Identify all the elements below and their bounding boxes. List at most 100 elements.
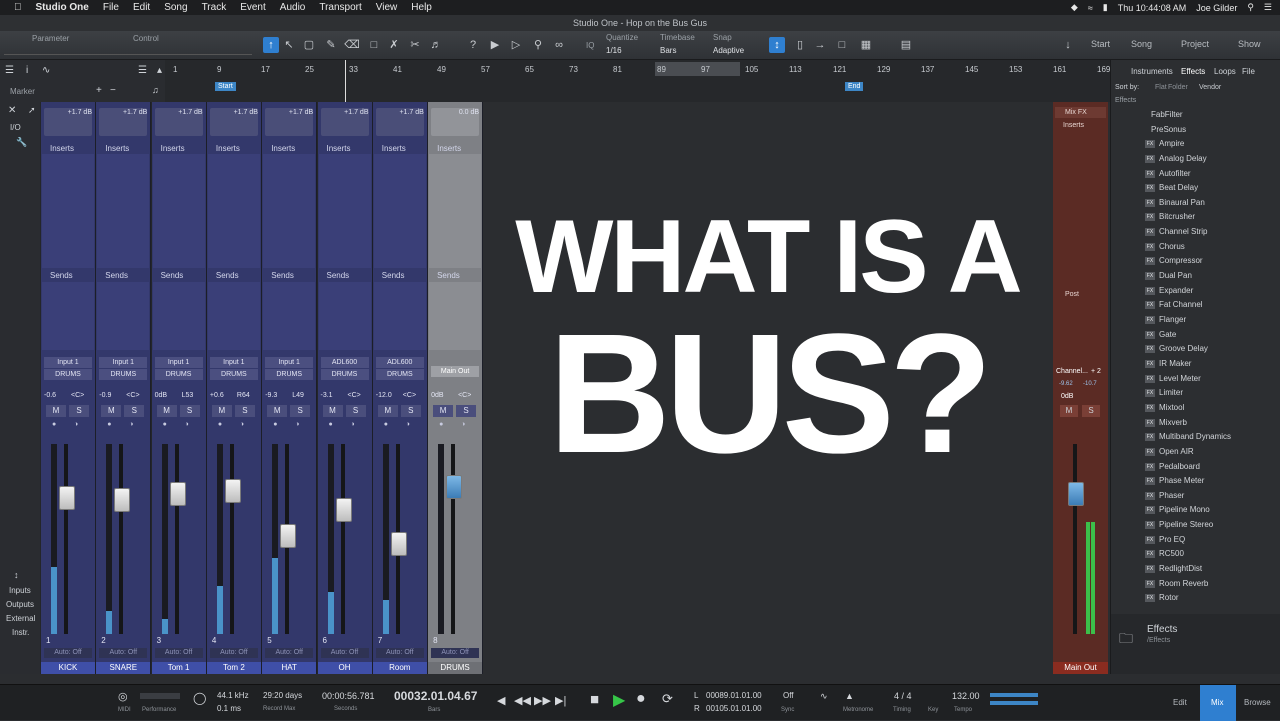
channel-name[interactable]: HAT bbox=[262, 662, 317, 674]
monitor-icon[interactable]: ◑ bbox=[129, 421, 133, 428]
monitor-icon[interactable]: ◑ bbox=[406, 421, 410, 428]
monitor-icon[interactable]: ◑ bbox=[240, 421, 244, 428]
bend-tool-icon[interactable]: □ bbox=[366, 37, 382, 53]
mute-button[interactable]: M bbox=[156, 405, 177, 417]
fader-cap[interactable] bbox=[224, 478, 241, 503]
input-select[interactable]: ADL600 bbox=[375, 357, 424, 368]
output-select[interactable]: DRUMS bbox=[320, 369, 369, 380]
notification-icon[interactable]: ☰ bbox=[1264, 2, 1272, 13]
sends-label[interactable]: Sends bbox=[374, 271, 434, 280]
listen-tool-icon[interactable]: ♬ bbox=[428, 37, 444, 53]
input-select[interactable]: Input 1 bbox=[44, 357, 92, 368]
mute-button[interactable]: M bbox=[211, 405, 232, 417]
fader-cap[interactable] bbox=[446, 474, 463, 499]
sort-vendor[interactable]: Vendor bbox=[1199, 84, 1221, 91]
folder-item[interactable]: PreSonus bbox=[1151, 125, 1186, 134]
effect-item[interactable]: Rotor bbox=[1159, 593, 1179, 602]
effect-item[interactable]: Fat Channel bbox=[1159, 300, 1203, 309]
effect-item[interactable]: Pro EQ bbox=[1159, 535, 1185, 544]
playhead[interactable] bbox=[345, 60, 346, 102]
input-select[interactable]: Input 1 bbox=[99, 357, 148, 368]
stop-icon[interactable]: ■ bbox=[590, 691, 599, 708]
play-icon[interactable]: ▶ bbox=[613, 690, 625, 710]
sends-label[interactable]: Sends bbox=[153, 271, 213, 280]
inserts-label[interactable]: Inserts bbox=[263, 144, 323, 153]
effect-item[interactable]: Compressor bbox=[1159, 256, 1203, 265]
solo-button[interactable]: S bbox=[124, 405, 145, 417]
fader-cap[interactable] bbox=[59, 486, 75, 511]
select-tool-icon[interactable]: ↖ bbox=[281, 37, 297, 53]
start-marker[interactable]: Start bbox=[215, 82, 236, 91]
solo-button[interactable]: S bbox=[400, 405, 421, 417]
inserts-rack[interactable] bbox=[429, 154, 482, 268]
channel-name[interactable]: KICK bbox=[41, 662, 95, 674]
tab-instruments[interactable]: Instruments bbox=[1131, 67, 1173, 76]
iq-label[interactable]: IQ bbox=[586, 41, 594, 50]
mixfx-select[interactable]: Mix FX bbox=[1055, 107, 1106, 118]
effect-item[interactable]: Open AIR bbox=[1159, 447, 1194, 456]
sends-rack[interactable] bbox=[207, 282, 260, 350]
sends-rack[interactable] bbox=[42, 282, 94, 350]
end-icon[interactable]: ▶| bbox=[555, 694, 566, 707]
effect-item[interactable]: Phaser bbox=[1159, 491, 1184, 500]
sends-label[interactable]: Sends bbox=[263, 271, 323, 280]
wrench-icon[interactable]: 🔧 bbox=[16, 137, 27, 148]
loop-icon[interactable]: ⟳ bbox=[662, 691, 673, 707]
sync-value[interactable]: Off bbox=[783, 691, 794, 700]
effect-item[interactable]: Mixtool bbox=[1159, 403, 1184, 412]
midi-icon[interactable]: ◎ bbox=[118, 690, 128, 703]
record-arm-icon[interactable]: ● bbox=[329, 421, 333, 428]
apple-icon[interactable]:  bbox=[14, 2, 22, 13]
solo-button[interactable]: S bbox=[345, 405, 366, 417]
sort-flat[interactable]: Flat bbox=[1155, 84, 1167, 91]
output-select[interactable]: DRUMS bbox=[154, 369, 203, 380]
inserts-rack[interactable] bbox=[373, 154, 426, 268]
marker-note-icon[interactable]: ♫ bbox=[152, 85, 159, 95]
add-marker-icon[interactable]: + bbox=[96, 85, 102, 96]
start-button[interactable]: Start bbox=[1091, 39, 1110, 49]
effect-item[interactable]: Groove Delay bbox=[1159, 344, 1208, 353]
automation-mode[interactable]: Auto: Off bbox=[99, 648, 148, 658]
list-icon[interactable]: ☰ bbox=[138, 65, 147, 76]
effect-item[interactable]: Ampire bbox=[1159, 139, 1184, 148]
fader-cap[interactable] bbox=[169, 482, 186, 507]
download-icon[interactable]: ↓ bbox=[1060, 37, 1076, 53]
io-label[interactable]: I/O bbox=[10, 123, 21, 132]
effect-item[interactable]: Dual Pan bbox=[1159, 271, 1192, 280]
output-select[interactable]: DRUMS bbox=[375, 369, 424, 380]
loop-range[interactable] bbox=[655, 62, 740, 76]
help-icon[interactable]: ? bbox=[465, 37, 481, 53]
sends-rack[interactable] bbox=[263, 282, 316, 350]
close-icon[interactable]: ✕ bbox=[8, 105, 16, 116]
menu-help[interactable]: Help bbox=[411, 2, 432, 13]
inserts-label[interactable]: Inserts bbox=[374, 144, 434, 153]
loop-start[interactable]: 00089.01.01.00 bbox=[706, 691, 762, 700]
effect-item[interactable]: Pipeline Mono bbox=[1159, 505, 1210, 514]
project-button[interactable]: Project bbox=[1181, 39, 1209, 49]
fader-cap[interactable] bbox=[114, 488, 131, 513]
sends-label[interactable]: Sends bbox=[429, 271, 489, 280]
sends-label[interactable]: Sends bbox=[208, 271, 268, 280]
end-marker[interactable]: End bbox=[845, 82, 864, 91]
monitor-icon[interactable]: ◑ bbox=[74, 421, 78, 428]
effect-item[interactable]: Chorus bbox=[1159, 242, 1185, 251]
external-button[interactable]: External bbox=[6, 614, 35, 623]
browse-button[interactable]: Browse bbox=[1244, 698, 1271, 707]
nudge-back-icon[interactable]: ▷ bbox=[508, 37, 524, 53]
record-arm-icon[interactable]: ● bbox=[52, 421, 56, 428]
tab-file[interactable]: File bbox=[1242, 67, 1255, 76]
automation-mode[interactable]: Auto: Off bbox=[375, 648, 424, 658]
link-icon[interactable]: ∞ bbox=[551, 37, 567, 53]
sends-label[interactable]: Sends bbox=[97, 271, 157, 280]
solo-button[interactable]: S bbox=[179, 405, 200, 417]
mute-tool-icon[interactable]: ✗ bbox=[386, 37, 402, 53]
monitor-icon[interactable]: ◑ bbox=[351, 421, 355, 428]
precount-icon[interactable]: ∿ bbox=[820, 691, 828, 702]
menu-track[interactable]: Track bbox=[202, 2, 227, 13]
effect-item[interactable]: Bitcrusher bbox=[1159, 212, 1195, 221]
fader-cap[interactable] bbox=[390, 531, 407, 556]
mute-button[interactable]: M bbox=[322, 405, 343, 417]
sends-label[interactable]: Sends bbox=[319, 271, 379, 280]
effect-item[interactable]: Phase Meter bbox=[1159, 476, 1204, 485]
menu-file[interactable]: File bbox=[103, 2, 119, 13]
